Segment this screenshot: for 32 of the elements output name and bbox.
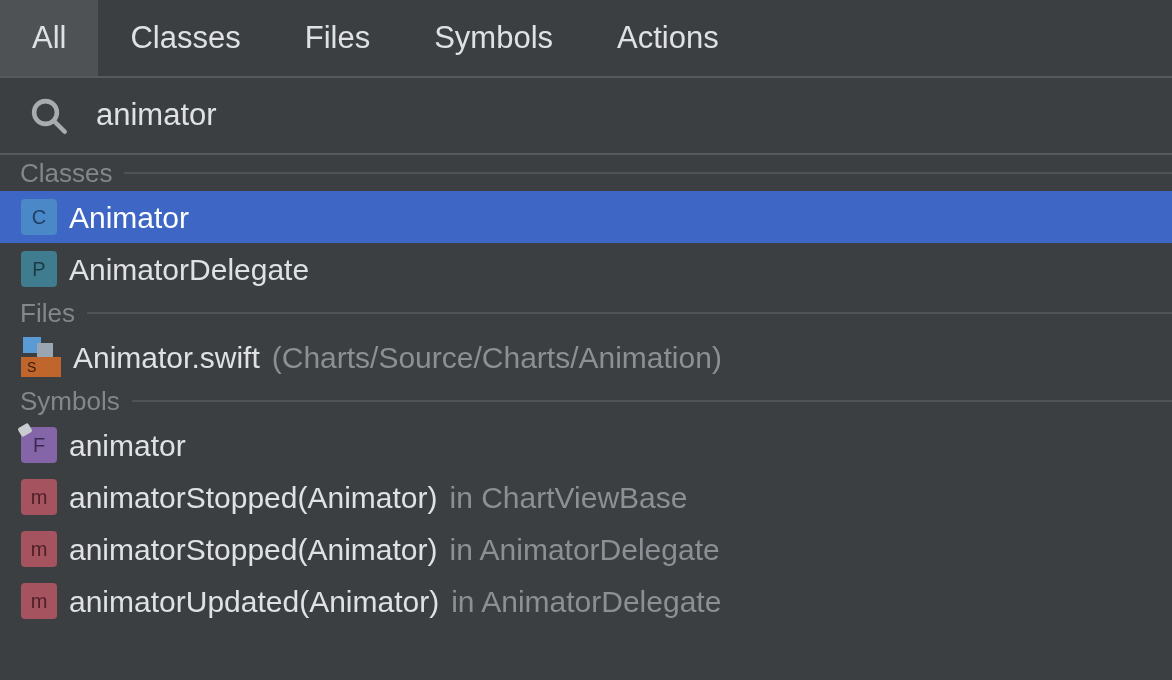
- method-badge-icon: m: [21, 583, 57, 619]
- section-header: Files: [20, 296, 75, 330]
- result-location: in AnimatorDelegate: [449, 531, 720, 568]
- result-name: AnimatorDelegate: [69, 251, 310, 288]
- result-row[interactable]: P AnimatorDelegate: [0, 243, 1172, 295]
- search-field[interactable]: animator: [0, 78, 1172, 155]
- tab[interactable]: Files: [272, 0, 403, 76]
- tab[interactable]: Symbols: [402, 0, 586, 76]
- result-row[interactable]: m animatorStopped(Animator) in ChartViewBase: [0, 471, 1172, 523]
- protocol-badge-icon: P: [21, 251, 57, 287]
- result-row[interactable]: F animator: [0, 419, 1172, 471]
- tab[interactable]: All: [0, 0, 99, 76]
- result-name: animatorStopped(Animator): [69, 531, 438, 568]
- result-name: Animator.swift: [73, 339, 260, 376]
- result-location: (Charts/Source/Charts/Animation): [271, 339, 722, 376]
- result-row[interactable]: m animatorStopped(Animator) in AnimatorDelegate: [0, 523, 1172, 575]
- result-row[interactable]: m animatorUpdated(Animator) in AnimatorDelegate: [0, 575, 1172, 627]
- result-name: animator: [69, 427, 186, 464]
- result-row[interactable]: S Animator.swift (Charts/Source/Charts/Animation): [0, 331, 1172, 383]
- result-name: animatorUpdated(Animator): [69, 583, 440, 620]
- result-name: animatorStopped(Animator): [69, 479, 438, 516]
- tab[interactable]: Actions: [585, 0, 751, 76]
- result-location: in ChartViewBase: [449, 479, 688, 516]
- method-badge-icon: m: [21, 531, 57, 567]
- class-badge-icon: C: [21, 199, 57, 235]
- method-badge-icon: m: [21, 479, 57, 515]
- result-name: Animator: [69, 199, 190, 236]
- tab[interactable]: Classes: [98, 0, 273, 76]
- result-row[interactable]: C Animator: [0, 191, 1172, 243]
- section-header: Symbols: [20, 384, 120, 418]
- result-location: in AnimatorDelegate: [451, 583, 722, 620]
- section-header: Classes: [20, 156, 113, 190]
